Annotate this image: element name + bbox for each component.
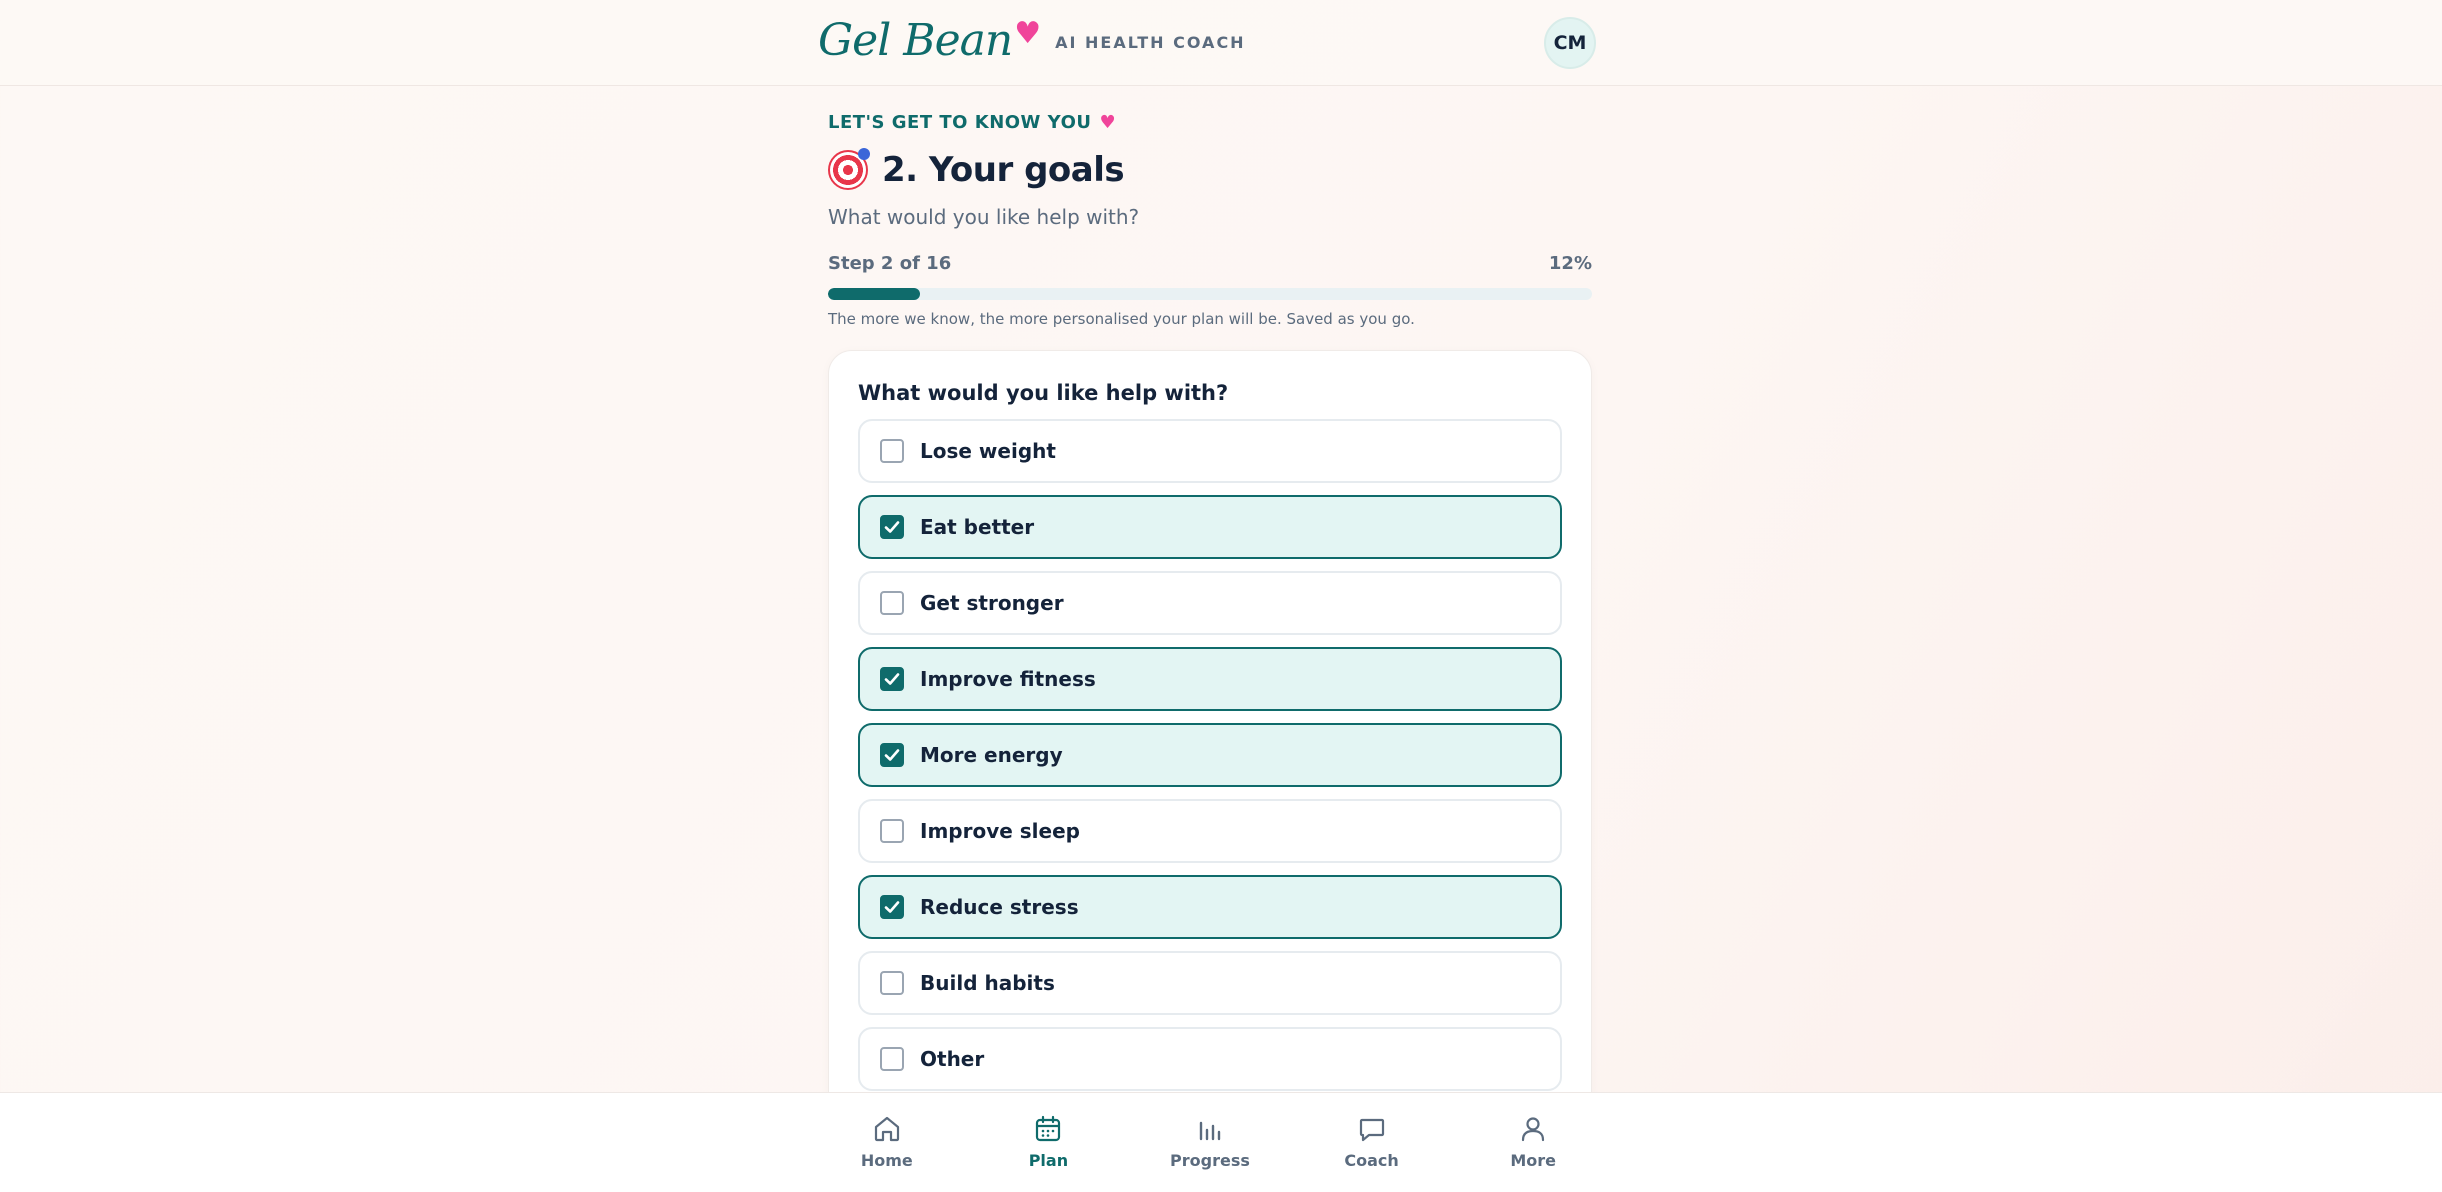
goal-option-label: Build habits	[920, 971, 1055, 995]
goal-option[interactable]: Get stronger	[858, 571, 1562, 635]
goal-option-label: Improve sleep	[920, 819, 1080, 843]
goal-option[interactable]: Other	[858, 1027, 1562, 1091]
checkbox[interactable]	[880, 743, 904, 767]
bar-chart-icon	[1199, 1121, 1221, 1141]
heart-icon: ♥	[1099, 112, 1117, 133]
checkbox[interactable]	[880, 971, 904, 995]
nav-item-progress[interactable]: Progress	[1129, 1093, 1291, 1192]
goal-option[interactable]: Improve sleep	[858, 799, 1562, 863]
goals-card: What would you like help with? Lose weig…	[828, 350, 1592, 1192]
avatar[interactable]: CM	[1544, 17, 1596, 69]
nav-item-coach[interactable]: Coach	[1291, 1093, 1453, 1192]
check-icon	[884, 749, 900, 761]
logo[interactable]: Gel Bean ♥ AI HEALTH COACH	[818, 10, 1246, 70]
user-icon	[1522, 1117, 1545, 1142]
eyebrow-text: LET'S GET TO KNOW YOU	[828, 112, 1092, 133]
question-text: What would you like help with?	[858, 381, 1229, 405]
check-icon	[884, 673, 900, 685]
goal-option[interactable]: Lose weight	[858, 419, 1562, 483]
goal-option-label: Other	[920, 1047, 985, 1071]
goal-option-label: More energy	[920, 743, 1063, 767]
home-icon	[874, 1116, 899, 1142]
logo-tagline: AI HEALTH COACH	[1055, 32, 1246, 52]
page-subtitle: What would you like help with?	[828, 205, 1140, 229]
step-label: Step 2 of 16	[828, 253, 952, 274]
check-icon	[884, 521, 900, 533]
chat-bubble-icon	[1359, 1118, 1384, 1142]
goal-option[interactable]: Eat better	[858, 495, 1562, 559]
goal-option[interactable]: More energy	[858, 723, 1562, 787]
goal-option-label: Get stronger	[920, 591, 1064, 615]
calendar-icon	[1036, 1115, 1061, 1142]
checkbox[interactable]	[880, 895, 904, 919]
nav-label: More	[1510, 1151, 1556, 1170]
progress-percent: 12%	[1548, 253, 1592, 274]
bottom-nav-items: Home Plan Progress Coach More	[806, 1093, 1614, 1192]
checkbox[interactable]	[880, 1047, 904, 1071]
nav-label: Home	[860, 1151, 913, 1170]
goal-option-label: Eat better	[920, 515, 1035, 539]
checkbox[interactable]	[880, 819, 904, 843]
goal-option-label: Reduce stress	[920, 895, 1079, 919]
goal-option-label: Lose weight	[920, 439, 1056, 463]
nav-label: Progress	[1170, 1151, 1250, 1170]
nav-item-home[interactable]: Home	[806, 1093, 968, 1192]
hint-text: The more we know, the more personalised …	[828, 310, 1415, 328]
check-icon	[884, 901, 900, 913]
target-icon	[828, 148, 870, 190]
checkbox[interactable]	[880, 591, 904, 615]
title-row: 2. Your goals	[828, 147, 1592, 193]
nav-label: Coach	[1344, 1151, 1399, 1170]
goal-option[interactable]: Reduce stress	[858, 875, 1562, 939]
nav-label: Plan	[1028, 1151, 1069, 1170]
bottom-nav: Home Plan Progress Coach More	[0, 1092, 2442, 1192]
progress-bar	[828, 288, 1592, 300]
eyebrow: LET'S GET TO KNOW YOU ♥	[828, 112, 1592, 133]
top-bar: Gel Bean ♥ AI HEALTH COACH CM	[0, 0, 2442, 86]
checkbox[interactable]	[880, 439, 904, 463]
page-title: 2. Your goals	[882, 150, 1125, 190]
nav-item-more[interactable]: More	[1452, 1093, 1614, 1192]
intro-section: LET'S GET TO KNOW YOU ♥ 2. Your goals Wh…	[828, 112, 1592, 328]
goal-option-label: Improve fitness	[920, 667, 1096, 691]
goal-option[interactable]: Build habits	[858, 951, 1562, 1015]
checkbox[interactable]	[880, 515, 904, 539]
step-row: Step 2 of 16 12%	[828, 253, 1592, 274]
heart-icon: ♥	[1014, 15, 1042, 51]
progress-fill	[828, 288, 920, 300]
goal-option[interactable]: Improve fitness	[858, 647, 1562, 711]
logo-wordmark: Gel Bean	[818, 14, 1013, 66]
nav-item-plan[interactable]: Plan	[968, 1093, 1130, 1192]
checkbox[interactable]	[880, 667, 904, 691]
goal-options: Lose weight Eat better Get stronger Improve…	[858, 419, 1562, 1091]
